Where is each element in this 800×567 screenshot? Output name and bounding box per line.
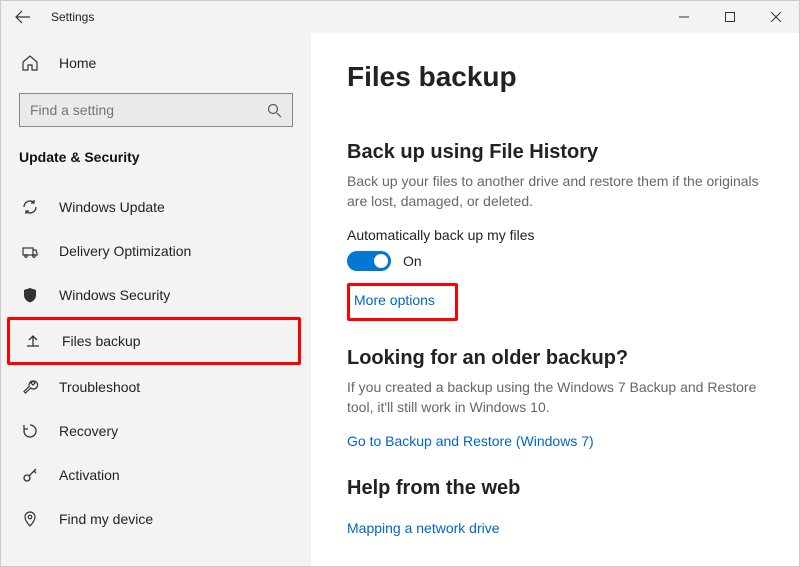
section-backup: Back up using File History Back up your … — [347, 141, 775, 321]
toggle-row: On — [347, 251, 775, 271]
more-options-link[interactable]: More options — [354, 292, 435, 308]
sidebar-item-windows-update[interactable]: Windows Update — [1, 185, 311, 229]
backup-icon — [22, 330, 44, 352]
section-older-backup: Looking for an older backup? If you crea… — [347, 347, 775, 451]
search-input[interactable] — [30, 102, 267, 118]
backup-toggle[interactable] — [347, 251, 391, 271]
maximize-button[interactable] — [707, 1, 753, 33]
titlebar: Settings — [1, 1, 799, 33]
search-wrap — [1, 85, 311, 135]
body-area: Home Update & Security Windows Update — [1, 33, 799, 566]
app-title: Settings — [51, 10, 94, 24]
backup-description: Back up your files to another drive and … — [347, 172, 775, 211]
sidebar-item-label: Home — [59, 55, 96, 71]
older-description: If you created a backup using the Window… — [347, 378, 775, 417]
annotation-highlight-files-backup: Files backup — [7, 317, 301, 365]
sidebar-item-label: Find my device — [59, 511, 153, 527]
toggle-state: On — [403, 253, 422, 269]
search-icon — [267, 103, 282, 118]
backup-heading: Back up using File History — [347, 141, 775, 164]
close-icon — [771, 12, 781, 22]
minimize-button[interactable] — [661, 1, 707, 33]
main-content: Files backup Back up using File History … — [311, 33, 799, 566]
section-help: Help from the web Mapping a network driv… — [347, 477, 775, 538]
wrench-icon — [19, 376, 41, 398]
backup-restore-link[interactable]: Go to Backup and Restore (Windows 7) — [347, 433, 594, 449]
window-controls — [661, 1, 799, 33]
category-header: Update & Security — [1, 135, 311, 177]
sidebar-item-find-my-device[interactable]: Find my device — [1, 497, 311, 541]
help-link[interactable]: Mapping a network drive — [347, 520, 500, 536]
maximize-icon — [725, 12, 735, 22]
sidebar-item-home[interactable]: Home — [1, 41, 311, 85]
older-heading: Looking for an older backup? — [347, 347, 775, 370]
page-title: Files backup — [347, 61, 775, 93]
minimize-icon — [679, 12, 689, 22]
toggle-knob — [374, 254, 388, 268]
sidebar-item-windows-security[interactable]: Windows Security — [1, 273, 311, 317]
sidebar-item-label: Delivery Optimization — [59, 243, 191, 259]
sidebar-item-label: Troubleshoot — [59, 379, 140, 395]
sync-icon — [19, 196, 41, 218]
settings-window: Settings Home — [0, 0, 800, 567]
sidebar-item-label: Windows Update — [59, 199, 165, 215]
sidebar-item-files-backup[interactable]: Files backup — [10, 320, 298, 362]
sidebar-item-label: Recovery — [59, 423, 118, 439]
sidebar-item-activation[interactable]: Activation — [1, 453, 311, 497]
shield-icon — [19, 284, 41, 306]
annotation-highlight-more-options: More options — [347, 283, 458, 321]
sidebar-item-label: Windows Security — [59, 287, 170, 303]
key-icon — [19, 464, 41, 486]
search-box[interactable] — [19, 93, 293, 127]
arrow-left-icon — [15, 9, 31, 25]
location-icon — [19, 508, 41, 530]
sidebar-item-label: Activation — [59, 467, 120, 483]
sidebar-item-delivery-optimization[interactable]: Delivery Optimization — [1, 229, 311, 273]
back-button[interactable] — [13, 7, 33, 27]
sidebar-item-recovery[interactable]: Recovery — [1, 409, 311, 453]
nav-list: Windows Update Delivery Optimization Win… — [1, 185, 311, 541]
recovery-icon — [19, 420, 41, 442]
home-icon — [19, 52, 41, 74]
toggle-label: Automatically back up my files — [347, 227, 775, 243]
sidebar-item-label: Files backup — [62, 333, 141, 349]
delivery-icon — [19, 240, 41, 262]
sidebar-item-troubleshoot[interactable]: Troubleshoot — [1, 365, 311, 409]
sidebar: Home Update & Security Windows Update — [1, 33, 311, 566]
help-heading: Help from the web — [347, 477, 775, 500]
close-button[interactable] — [753, 1, 799, 33]
